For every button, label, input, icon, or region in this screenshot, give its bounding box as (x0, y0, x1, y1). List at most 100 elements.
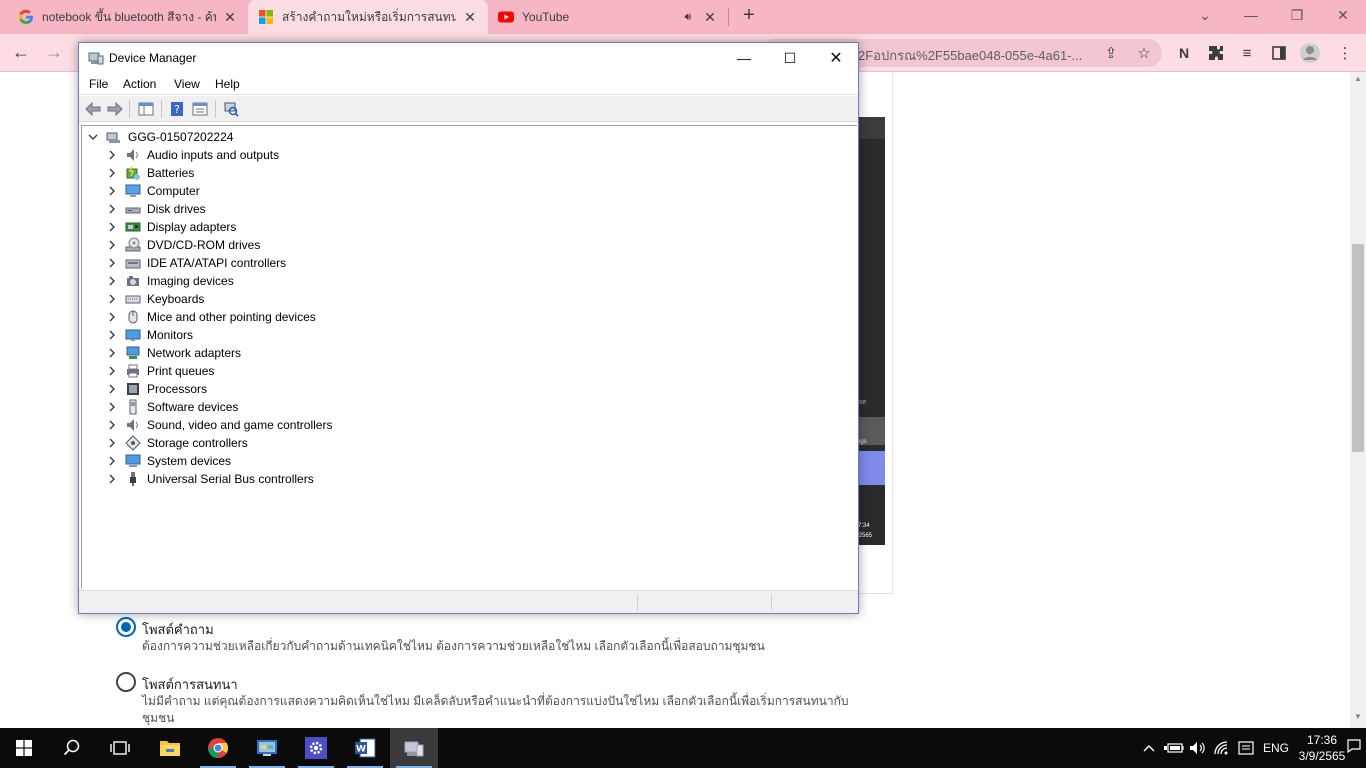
scrollbar-thumb[interactable] (1352, 244, 1364, 452)
wifi-icon[interactable] (1211, 738, 1233, 758)
start-icon[interactable] (0, 728, 48, 768)
tab-youtube[interactable]: YouTube 🔊︎ ✕ (488, 0, 728, 34)
chevron-right-icon[interactable] (107, 312, 117, 322)
scan-hardware-icon[interactable] (222, 100, 240, 118)
tree-node-category[interactable]: DVD/CD-ROM drives (107, 236, 260, 254)
word-icon[interactable]: W (341, 728, 389, 768)
share-icon[interactable]: ⇪ (1100, 42, 1122, 64)
menu-view[interactable]: View (174, 77, 200, 91)
tree-node-category[interactable]: System devices (107, 452, 231, 470)
help-icon[interactable]: ? (168, 100, 186, 118)
profile-avatar[interactable] (1299, 42, 1321, 64)
close-tab-icon[interactable]: ✕ (462, 9, 478, 26)
settings-icon[interactable] (292, 728, 340, 768)
tree-node-category[interactable]: Batteries (107, 164, 194, 182)
chevron-right-icon[interactable] (107, 366, 117, 376)
close-tab-icon[interactable]: ✕ (702, 9, 718, 26)
menu-file[interactable]: File (89, 77, 108, 91)
close-window-icon[interactable]: ✕ (813, 43, 859, 73)
tree-node-category[interactable]: Disk drives (107, 200, 206, 218)
new-tab-button[interactable]: + (738, 5, 760, 27)
extension-n-icon[interactable]: N (1173, 42, 1195, 64)
bookmark-star-icon[interactable]: ☆ (1133, 42, 1155, 64)
maximize-icon[interactable]: ☐ (767, 43, 813, 73)
tree-node-category[interactable]: Display adapters (107, 218, 236, 236)
tree-node-category[interactable]: Network adapters (107, 344, 241, 362)
tree-node-category[interactable]: Print queues (107, 362, 214, 380)
chevron-right-icon[interactable] (107, 204, 117, 214)
tree-node-category[interactable]: Monitors (107, 326, 193, 344)
chevron-right-icon[interactable] (107, 186, 117, 196)
tree-node-category[interactable]: Mice and other pointing devices (107, 308, 316, 326)
tree-node-category[interactable]: Audio inputs and outputs (107, 146, 279, 164)
forward-arrow-icon[interactable] (106, 100, 124, 118)
post-discussion-radio[interactable] (116, 672, 136, 692)
show-hide-console-tree-icon[interactable] (137, 100, 155, 118)
chevron-right-icon[interactable] (107, 258, 117, 268)
close-window-icon[interactable]: ✕ (1320, 0, 1366, 30)
chevron-right-icon[interactable] (107, 330, 117, 340)
back-arrow-icon[interactable] (84, 100, 102, 118)
minimize-icon[interactable]: — (721, 43, 767, 73)
chevron-right-icon[interactable] (107, 150, 117, 160)
chevron-right-icon[interactable] (107, 402, 117, 412)
tree-node-category[interactable]: Processors (107, 380, 207, 398)
chevron-right-icon[interactable] (107, 222, 117, 232)
tree-node-category[interactable]: Storage controllers (107, 434, 248, 452)
chevron-right-icon[interactable] (107, 384, 117, 394)
chevron-right-icon[interactable] (107, 276, 117, 286)
tab-google-search[interactable]: notebook ขึ้น bluetooth สีจาง - ค้น ✕ (8, 0, 248, 34)
chevron-right-icon[interactable] (107, 240, 117, 250)
speaker-icon[interactable]: 🔊︎ (680, 11, 696, 24)
tree-node-category[interactable]: IDE ATA/ATAPI controllers (107, 254, 286, 272)
tree-node-category[interactable]: Software devices (107, 398, 238, 416)
tab-new-question[interactable]: สร้างคำถามใหม่หรือเริ่มการสนทนา ✕ (248, 0, 488, 34)
chevron-right-icon[interactable] (107, 294, 117, 304)
show-hidden-icons-icon[interactable] (1140, 738, 1158, 758)
post-question-radio[interactable] (116, 617, 136, 637)
menu-help[interactable]: Help (215, 77, 240, 91)
window-title-bar[interactable]: Device Manager — ☐ ✕ (79, 43, 858, 73)
extensions-puzzle-icon[interactable] (1205, 42, 1227, 64)
minimize-icon[interactable]: — (1228, 0, 1274, 30)
page-scrollbar[interactable]: ▲ ▼ (1350, 72, 1366, 728)
scroll-up-icon[interactable]: ▲ (1350, 74, 1366, 88)
battery-plugged-icon[interactable] (1163, 738, 1185, 758)
menu-action[interactable]: Action (123, 77, 156, 91)
scroll-down-icon[interactable]: ▼ (1350, 712, 1366, 726)
chevron-right-icon[interactable] (107, 420, 117, 430)
input-language[interactable]: ENG (1260, 738, 1292, 758)
tree-root[interactable]: GGG-01507202224 (88, 128, 233, 146)
chrome-menu-icon[interactable]: ⋮ (1334, 42, 1356, 64)
back-icon[interactable]: ← (9, 41, 33, 65)
properties-icon[interactable] (191, 100, 209, 118)
media-queue-icon[interactable]: ≡ (1236, 42, 1258, 64)
restore-icon[interactable]: ❐ (1274, 0, 1320, 30)
chevron-right-icon[interactable] (107, 456, 117, 466)
device-tree[interactable]: GGG-01507202224 Audio inputs and outputs… (81, 125, 857, 589)
task-view-icon[interactable] (96, 728, 144, 768)
tree-node-category[interactable]: Universal Serial Bus controllers (107, 470, 314, 488)
side-panel-icon[interactable] (1268, 42, 1290, 64)
control-panel-icon[interactable] (243, 728, 291, 768)
chrome-icon[interactable] (194, 728, 242, 768)
device-manager-icon[interactable] (390, 728, 438, 768)
forward-icon[interactable]: → (42, 41, 66, 65)
address-text[interactable]: 2Fอปกรณ%2F55bae048-055e-4a61-... (858, 45, 1082, 66)
chevron-right-icon[interactable] (107, 438, 117, 448)
ime-pad-icon[interactable] (1235, 738, 1257, 758)
tree-node-category[interactable]: Keyboards (107, 290, 204, 308)
tree-node-category[interactable]: Imaging devices (107, 272, 234, 290)
close-tab-icon[interactable]: ✕ (222, 9, 238, 26)
tree-node-category[interactable]: Sound, video and game controllers (107, 416, 332, 434)
notification-icon[interactable] (1346, 738, 1366, 758)
chevron-right-icon[interactable] (107, 474, 117, 484)
search-icon[interactable] (48, 728, 96, 768)
chevron-down-icon[interactable] (88, 132, 98, 142)
system-clock[interactable]: 17:36 3/9/2565 (1298, 732, 1346, 764)
file-explorer-icon[interactable] (146, 728, 194, 768)
chevron-right-icon[interactable] (107, 168, 117, 178)
chevron-right-icon[interactable] (107, 348, 117, 358)
tab-search-icon[interactable]: ⌄ (1182, 0, 1228, 30)
tree-node-category[interactable]: Computer (107, 182, 200, 200)
